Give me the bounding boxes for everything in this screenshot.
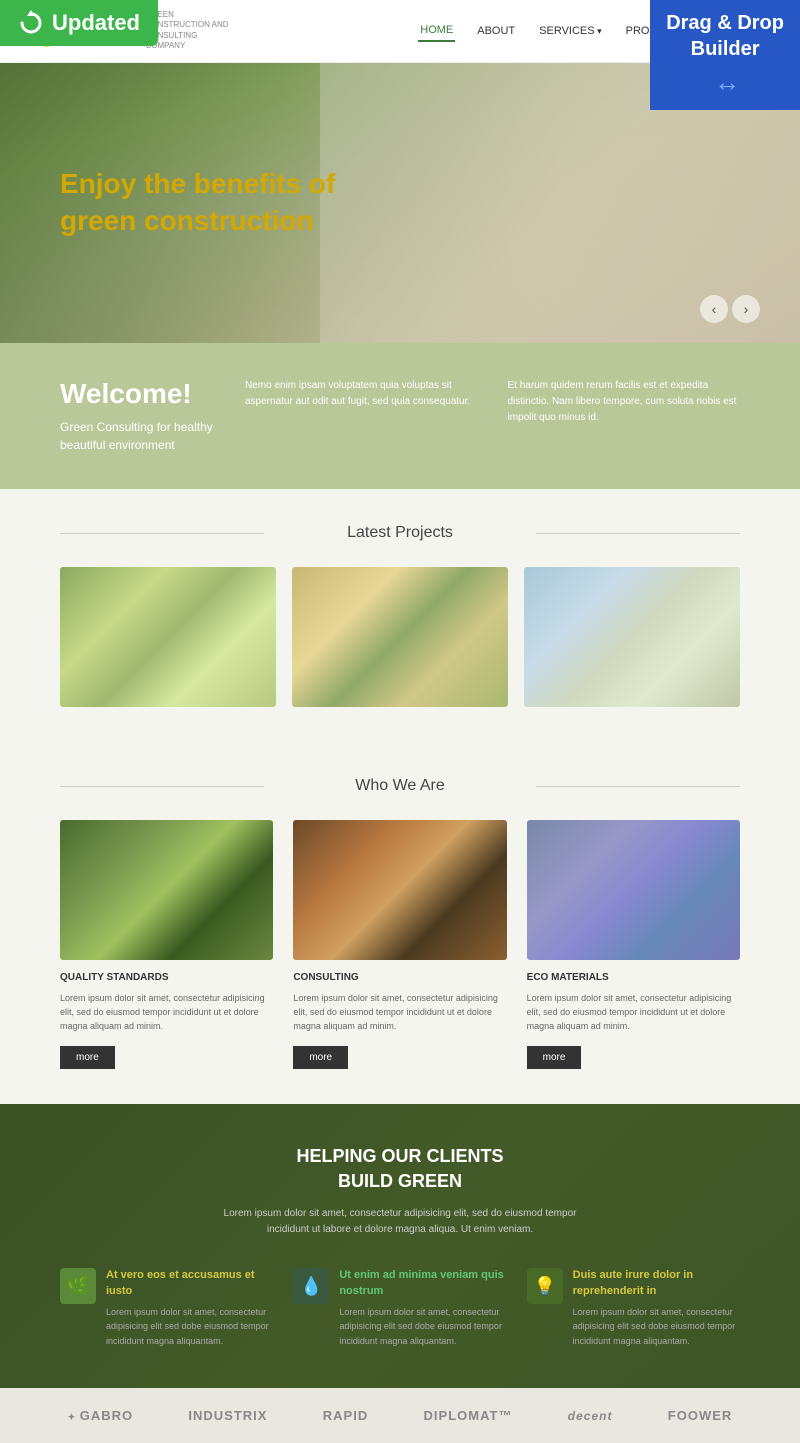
helping-card-1: 🌿 At vero eos et accusamus et iusto Lore… (60, 1268, 273, 1348)
hero-arrows: ‹ › (700, 295, 760, 323)
brand-foower: FOOWER (668, 1408, 733, 1423)
dnd-line2: Builder (691, 38, 760, 60)
hero-prev-arrow[interactable]: ‹ (700, 295, 728, 323)
who-card-text-3: Lorem ipsum dolor sit amet, consectetur … (527, 991, 740, 1034)
hero-title: Enjoy the benefits of green construction (60, 166, 360, 239)
brands-section: GABRO INDUSTRIX RAPID DIPLOMAT™ decent F… (0, 1388, 800, 1443)
who-card-text-2: Lorem ipsum dolor sit amet, consectetur … (293, 991, 506, 1034)
project-card-2[interactable] (292, 567, 508, 707)
welcome-title: Welcome! (60, 378, 215, 410)
dnd-badge: Drag & Drop Builder ↔ (650, 0, 800, 110)
nav-home[interactable]: HOME (418, 20, 455, 42)
latest-projects-section: Latest Projects (0, 489, 800, 742)
helping-card-1-content: At vero eos et accusamus et iusto Lorem … (106, 1268, 273, 1348)
latest-projects-title: Latest Projects (60, 524, 740, 542)
brand-decent: decent (568, 1409, 613, 1423)
who-card-img-3 (527, 820, 740, 960)
helping-title: HELPING OUR CLIENTS BUILD GREEN (60, 1144, 740, 1194)
hero-content: Enjoy the benefits of green construction (0, 166, 420, 239)
welcome-subtitle: Green Consulting for healthy beautiful e… (60, 418, 215, 454)
welcome-col3: Et harum quidem rerum facilis est et exp… (508, 378, 741, 426)
helping-card-2: 💧 Ut enim ad minima veniam quis nostrum … (293, 1268, 506, 1348)
brand-gabro: GABRO (68, 1408, 133, 1423)
projects-grid (60, 567, 740, 707)
brand-industrix: INDUSTRIX (188, 1408, 267, 1423)
brand-diplomat: DIPLOMAT™ (424, 1408, 513, 1423)
helping-card-title-3: Duis aute irure dolor in reprehenderit i… (573, 1268, 740, 1299)
updated-label: Updated (52, 10, 140, 36)
helping-card-title-1: At vero eos et accusamus et iusto (106, 1268, 273, 1299)
helping-card-text-2: Lorem ipsum dolor sit amet, consectetur … (339, 1305, 506, 1348)
who-we-are-section: Who We Are QUALITY STANDARDS Lorem ipsum… (0, 742, 800, 1104)
nav-services[interactable]: SERVICES (537, 21, 603, 41)
who-we-are-title: Who We Are (60, 777, 740, 795)
welcome-col2: Nemo enim ipsam voluptatem quia voluptas… (245, 378, 478, 410)
helping-icon-3: 💡 (527, 1268, 563, 1304)
who-card-title-2: CONSULTING (293, 972, 506, 983)
helping-card-3: 💡 Duis aute irure dolor in reprehenderit… (527, 1268, 740, 1348)
who-card-btn-3[interactable]: more (527, 1046, 582, 1069)
who-card-btn-2[interactable]: more (293, 1046, 348, 1069)
company-desc: GREEN CONSTRUCTION AND CONSULTING COMPAN… (145, 10, 235, 52)
project-card-1[interactable] (60, 567, 276, 707)
who-card-img-2 (293, 820, 506, 960)
helping-section: HELPING OUR CLIENTS BUILD GREEN Lorem ip… (0, 1104, 800, 1388)
brand-rapid: RAPID (323, 1408, 368, 1423)
arrows-icon: ↔ (666, 66, 784, 100)
helping-card-title-2: Ut enim ad minima veniam quis nostrum (339, 1268, 506, 1299)
project-card-3[interactable] (524, 567, 740, 707)
who-card-img-1 (60, 820, 273, 960)
helping-card-3-content: Duis aute irure dolor in reprehenderit i… (573, 1268, 740, 1348)
who-card-1: QUALITY STANDARDS Lorem ipsum dolor sit … (60, 820, 273, 1069)
dnd-line1: Drag & Drop (666, 12, 784, 34)
updated-badge: Updated (0, 0, 158, 46)
who-grid: QUALITY STANDARDS Lorem ipsum dolor sit … (60, 820, 740, 1069)
helping-card-2-content: Ut enim ad minima veniam quis nostrum Lo… (339, 1268, 506, 1348)
who-card-3: ECO MATERIALS Lorem ipsum dolor sit amet… (527, 820, 740, 1069)
who-card-btn-1[interactable]: more (60, 1046, 115, 1069)
who-card-text-1: Lorem ipsum dolor sit amet, consectetur … (60, 991, 273, 1034)
refresh-icon (18, 10, 44, 36)
page-wrapper: Updated Drag & Drop Builder ↔ 🌿 Gobo GRE… (0, 0, 800, 1443)
welcome-section: Welcome! Green Consulting for healthy be… (0, 343, 800, 489)
helping-card-text-3: Lorem ipsum dolor sit amet, consectetur … (573, 1305, 740, 1348)
helping-icon-1: 🌿 (60, 1268, 96, 1304)
helping-grid: 🌿 At vero eos et accusamus et iusto Lore… (60, 1268, 740, 1348)
hero-next-arrow[interactable]: › (732, 295, 760, 323)
who-card-title-3: ECO MATERIALS (527, 972, 740, 983)
helping-card-text-1: Lorem ipsum dolor sit amet, consectetur … (106, 1305, 273, 1348)
who-card-2: CONSULTING Lorem ipsum dolor sit amet, c… (293, 820, 506, 1069)
nav-about[interactable]: ABOUT (475, 21, 517, 41)
helping-icon-2: 💧 (293, 1268, 329, 1304)
who-card-title-1: QUALITY STANDARDS (60, 972, 273, 983)
welcome-heading-col: Welcome! Green Consulting for healthy be… (60, 378, 215, 454)
